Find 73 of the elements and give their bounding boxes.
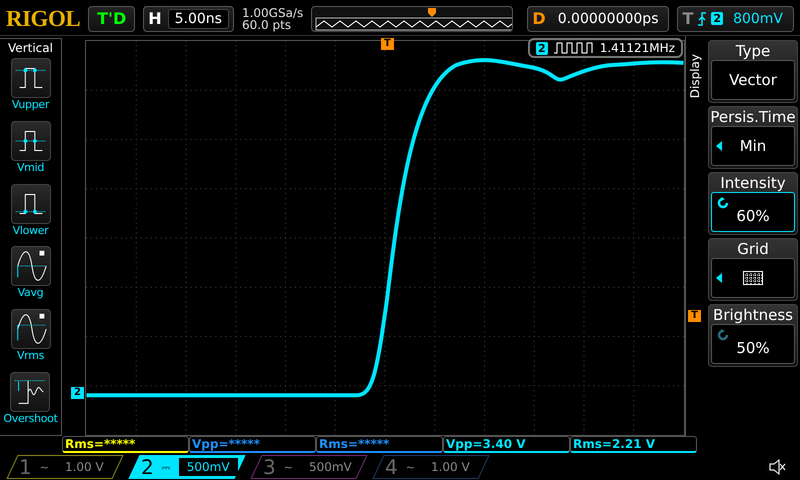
memory-depth: 60.0 pts <box>242 18 292 30</box>
channel-number: 1 <box>19 454 32 478</box>
menu-heading: Vertical <box>8 41 53 55</box>
menu-value: 50% <box>736 339 770 357</box>
coupling-symbol: ~ <box>406 460 415 473</box>
coupling-symbol: ~ <box>40 460 49 473</box>
channel-scale: 500mV <box>308 458 353 476</box>
channel-badge: 2 <box>536 42 548 54</box>
channel-tab[interactable]: 2 ⎓ 500mV <box>128 454 246 478</box>
menu-softkey[interactable]: Grid <box>708 238 798 301</box>
menu-title: Persis.Time <box>710 108 796 126</box>
left-arrow-icon <box>716 141 722 151</box>
coupling-symbol: ~ <box>284 460 293 473</box>
channel-number: 2 <box>141 454 154 478</box>
measurement-readout: Rms=***** <box>62 436 189 453</box>
channel-number: 3 <box>263 454 276 478</box>
channel-number: 4 <box>385 454 398 478</box>
menu-title: Intensity <box>720 174 786 192</box>
menu-tab-label: Display <box>688 54 702 98</box>
measure-icon <box>10 120 50 161</box>
frequency-value: 1.41121MHz <box>600 41 675 55</box>
speaker-muted-icon[interactable] <box>768 458 786 476</box>
menu-value: Vector <box>729 71 777 89</box>
measure-icon <box>10 58 50 98</box>
rising-edge-icon <box>697 12 708 26</box>
menu-title: Grid <box>737 240 769 258</box>
measure-icon <box>10 309 50 350</box>
channel-scale: 1.00 V <box>64 458 105 476</box>
measurement-readout: Rms=***** <box>316 436 443 453</box>
trigger-panel[interactable]: T 2 800mV <box>677 6 794 32</box>
channel-tab[interactable]: 1 ~ 1.00 V <box>6 454 124 478</box>
sample-rate: 1.00GSa/s <box>242 6 304 18</box>
horizontal-panel[interactable]: H 5.00ns <box>143 6 234 32</box>
menu-softkey[interactable]: Persis.Time Min <box>708 106 798 169</box>
measure-icon <box>10 184 50 224</box>
measure-icon <box>10 372 50 412</box>
measure-button[interactable]: Vavg <box>10 246 50 310</box>
rotate-knob-icon <box>717 329 729 341</box>
channel-tab[interactable]: 3 ~ 500mV <box>250 454 368 478</box>
brand-logo: RIGOL <box>6 4 80 32</box>
delay-panel[interactable]: D 0.00000000ps <box>527 6 670 32</box>
square-wave-icon <box>554 42 594 54</box>
menu-value: Min <box>740 137 766 155</box>
menu-softkey[interactable]: Intensity 60% <box>708 172 798 235</box>
coupling-symbol: ⎓ <box>162 460 171 473</box>
measure-button[interactable]: Vrms <box>10 309 50 372</box>
run-status[interactable]: T'D <box>88 6 136 32</box>
channel-scale: 500mV <box>178 458 238 476</box>
grid-icon <box>743 271 763 285</box>
menu-title: Type <box>736 42 770 60</box>
rotate-knob-icon <box>717 197 729 209</box>
measurement-readout: Rms=2.21 V <box>570 436 697 453</box>
channel-offset-marker[interactable]: 2 <box>71 387 84 399</box>
menu-title: Brightness <box>713 306 793 324</box>
channel-scale: 1.00 V <box>430 458 471 476</box>
measure-button[interactable]: Vmid <box>10 120 50 184</box>
trigger-source: 2 <box>711 12 724 25</box>
left-arrow-icon <box>716 273 722 283</box>
trigger-level-marker[interactable]: T <box>688 310 701 322</box>
timebase-value: 5.00ns <box>168 8 229 28</box>
menu-value: 60% <box>736 207 770 225</box>
measure-button[interactable]: Vlower <box>10 184 50 246</box>
measure-button[interactable]: Overshoot <box>3 372 58 435</box>
menu-softkey[interactable]: Type Vector <box>708 40 798 103</box>
measurement-readout: Vpp=3.40 V <box>443 436 570 453</box>
trigger-level: 800mV <box>732 10 784 28</box>
menu-softkey[interactable]: Brightness 50% <box>708 304 798 367</box>
measurement-readout: Vpp=***** <box>189 436 316 453</box>
delay-value: 0.00000000ps <box>556 10 660 28</box>
channel-tab[interactable]: 4 ~ 1.00 V <box>372 454 490 478</box>
measure-button[interactable]: Vupper <box>10 58 50 121</box>
measure-icon <box>10 246 50 286</box>
trigger-position-marker[interactable]: T <box>381 38 394 50</box>
